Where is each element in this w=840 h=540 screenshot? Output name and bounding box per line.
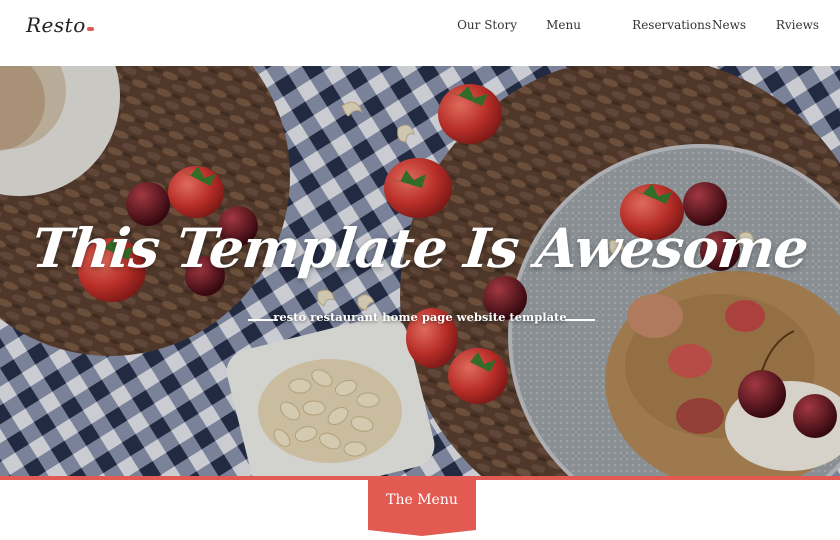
- nav-our-story[interactable]: Our Story: [457, 18, 517, 32]
- nav-reviews[interactable]: Rviews: [776, 18, 819, 32]
- hero-section: This Template Is Awesome resto restauran…: [0, 66, 840, 476]
- nav-reservations[interactable]: Reservations: [632, 18, 711, 32]
- hero-title: This Template Is Awesome: [29, 216, 811, 280]
- nav-menu[interactable]: Menu: [546, 18, 581, 32]
- logo[interactable]: Resto: [26, 13, 94, 37]
- menu-section-tab[interactable]: The Menu: [368, 476, 476, 536]
- hero-subtitle: resto restaurant home page website templ…: [273, 310, 567, 324]
- logo-accent-dot: [86, 27, 94, 31]
- logo-text: Resto: [26, 13, 86, 37]
- site-header: Resto Our Story Menu Reservations News R…: [0, 0, 840, 66]
- subtitle-line-right: [565, 319, 595, 321]
- hero-subtitle-row: resto restaurant home page website templ…: [0, 310, 840, 330]
- menu-section-tab-label: The Menu: [386, 492, 458, 508]
- nav-news[interactable]: News: [712, 18, 746, 32]
